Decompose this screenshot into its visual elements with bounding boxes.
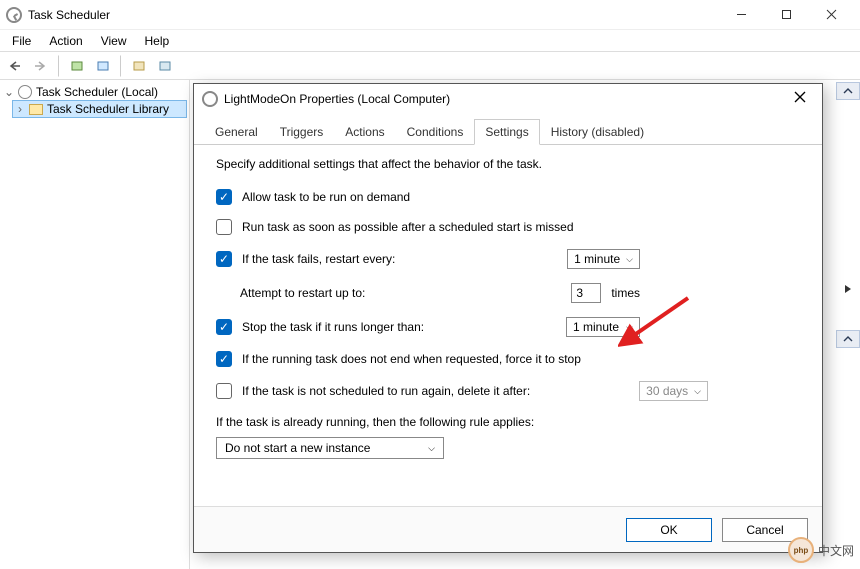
checkbox-restart[interactable]: [216, 251, 232, 267]
dropdown-delete-after: 30 days ⌵: [639, 381, 708, 401]
clock-icon: [202, 91, 218, 107]
tab-settings[interactable]: Settings: [474, 119, 539, 145]
settings-intro: Specify additional settings that affect …: [216, 157, 800, 171]
input-attempt-count[interactable]: [571, 283, 601, 303]
chevron-right-icon: ›: [15, 102, 25, 116]
checkbox-allow-demand[interactable]: [216, 189, 232, 205]
sidebar-collapse-1[interactable]: [836, 82, 860, 100]
dialog-footer: OK Cancel: [194, 506, 822, 552]
watermark-text: 中文网: [818, 542, 854, 559]
chevron-down-icon: ⌄: [4, 85, 14, 99]
label-attempt: Attempt to restart up to:: [240, 286, 365, 300]
label-stop-longer: Stop the task if it runs longer than:: [242, 320, 424, 334]
dropdown-restart-interval[interactable]: 1 minute ⌵: [567, 249, 640, 269]
folder-icon: [29, 104, 43, 115]
clock-icon: [18, 85, 32, 99]
tree-library[interactable]: › Task Scheduler Library: [12, 100, 187, 118]
menu-view[interactable]: View: [93, 32, 135, 50]
chevron-down-icon: ⌵: [428, 443, 435, 454]
dialog-close-button[interactable]: [786, 86, 814, 112]
tab-conditions[interactable]: Conditions: [396, 119, 475, 145]
dropdown-delete-after-value: 30 days: [646, 384, 688, 398]
toolbar-icon-1[interactable]: [66, 55, 88, 77]
label-rule: If the task is already running, then the…: [216, 415, 800, 429]
chevron-down-icon: ⌵: [694, 386, 701, 397]
menu-help[interactable]: Help: [137, 32, 178, 50]
minimize-button[interactable]: [719, 1, 764, 29]
dropdown-rule[interactable]: Do not start a new instance ⌵: [216, 437, 444, 459]
window-titlebar: Task Scheduler: [0, 0, 860, 30]
checkbox-delete-after[interactable]: [216, 383, 232, 399]
tab-triggers[interactable]: Triggers: [269, 119, 335, 145]
label-allow-demand: Allow task to be run on demand: [242, 190, 410, 204]
tree-root-label: Task Scheduler (Local): [36, 85, 158, 99]
dialog-tabs: General Triggers Actions Conditions Sett…: [194, 118, 822, 145]
dialog-body: Specify additional settings that affect …: [194, 145, 822, 467]
back-button[interactable]: [4, 55, 26, 77]
maximize-button[interactable]: [764, 1, 809, 29]
toolbar-divider: [58, 55, 60, 77]
checkbox-run-asap[interactable]: [216, 219, 232, 235]
label-force-stop: If the running task does not end when re…: [242, 352, 581, 366]
menu-bar: File Action View Help: [0, 30, 860, 52]
watermark: php 中文网: [788, 537, 854, 563]
tab-history[interactable]: History (disabled): [540, 119, 655, 145]
close-button[interactable]: [809, 1, 854, 29]
dialog-title: LightModeOn Properties (Local Computer): [224, 92, 450, 106]
menu-action[interactable]: Action: [41, 32, 90, 50]
right-sidebar: [836, 82, 860, 502]
chevron-down-icon: ⌵: [626, 254, 633, 265]
label-delete-after: If the task is not scheduled to run agai…: [242, 384, 530, 398]
app-clock-icon: [6, 7, 22, 23]
dropdown-rule-value: Do not start a new instance: [225, 441, 370, 455]
ok-button[interactable]: OK: [626, 518, 712, 542]
label-times: times: [611, 286, 640, 300]
window-title: Task Scheduler: [28, 8, 110, 22]
menu-file[interactable]: File: [4, 32, 39, 50]
toolbar-icon-3[interactable]: [128, 55, 150, 77]
toolbar-icon-4[interactable]: [154, 55, 176, 77]
tab-general[interactable]: General: [204, 119, 269, 145]
properties-dialog: LightModeOn Properties (Local Computer) …: [193, 83, 823, 553]
dropdown-stop-longer-value: 1 minute: [573, 320, 619, 334]
php-logo-icon: php: [788, 537, 814, 563]
tree-root[interactable]: ⌄ Task Scheduler (Local): [2, 84, 187, 100]
dropdown-restart-value: 1 minute: [574, 252, 620, 266]
toolbar-icon-2[interactable]: [92, 55, 114, 77]
tree-pane: ⌄ Task Scheduler (Local) › Task Schedule…: [0, 80, 190, 569]
label-run-asap: Run task as soon as possible after a sch…: [242, 220, 574, 234]
dropdown-stop-longer[interactable]: 1 minute ⌵: [566, 317, 640, 337]
tree-library-label: Task Scheduler Library: [47, 102, 169, 116]
toolbar-divider: [120, 55, 122, 77]
sidebar-play-icon[interactable]: [836, 260, 860, 318]
dialog-titlebar: LightModeOn Properties (Local Computer): [194, 84, 822, 114]
forward-button[interactable]: [30, 55, 52, 77]
checkbox-stop-longer[interactable]: [216, 319, 232, 335]
checkbox-force-stop[interactable]: [216, 351, 232, 367]
tab-actions[interactable]: Actions: [334, 119, 395, 145]
toolbar: [0, 52, 860, 80]
chevron-down-icon: ⌵: [626, 322, 633, 333]
sidebar-collapse-2[interactable]: [836, 330, 860, 348]
label-restart: If the task fails, restart every:: [242, 252, 395, 266]
